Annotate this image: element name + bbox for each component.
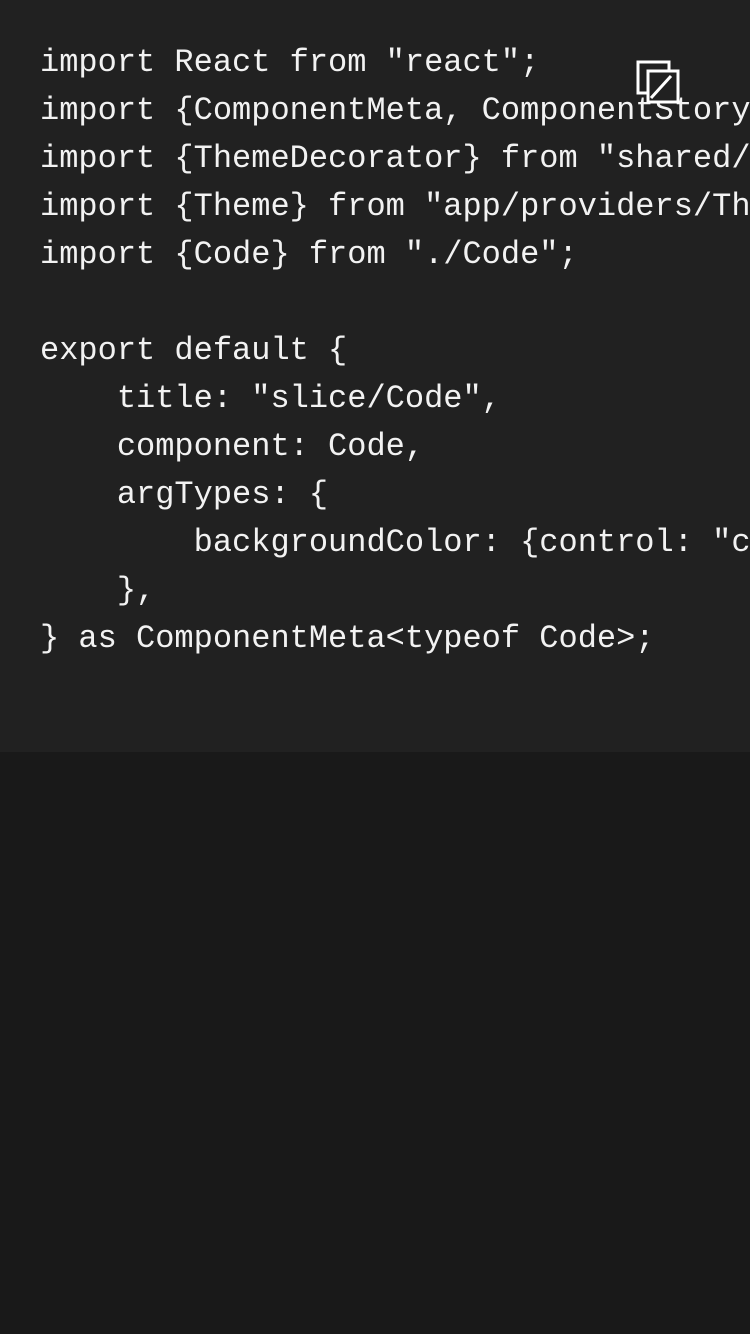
code-line: import {ThemeDecorator} from "shared/ [40, 140, 750, 177]
code-line: import {Code} from "./Code"; [40, 236, 578, 273]
code-block-panel: import React from "react"; import {Compon… [0, 0, 750, 752]
code-text: import React from "react"; import {Compon… [40, 39, 750, 663]
code-line: import {Theme} from "app/providers/Th [40, 188, 750, 225]
code-line: }, [40, 572, 156, 609]
copy-code-button[interactable] [630, 56, 686, 110]
code-line: backgroundColor: {control: "c [40, 524, 750, 561]
copy-icon [636, 60, 680, 104]
code-line: export default { [40, 332, 348, 369]
code-line: argTypes: { [40, 476, 329, 513]
code-line: component: Code, [40, 428, 425, 465]
page-background [0, 752, 750, 1334]
code-line: title: "slice/Code", [40, 380, 501, 417]
code-line: } as ComponentMeta<typeof Code>; [40, 620, 655, 657]
